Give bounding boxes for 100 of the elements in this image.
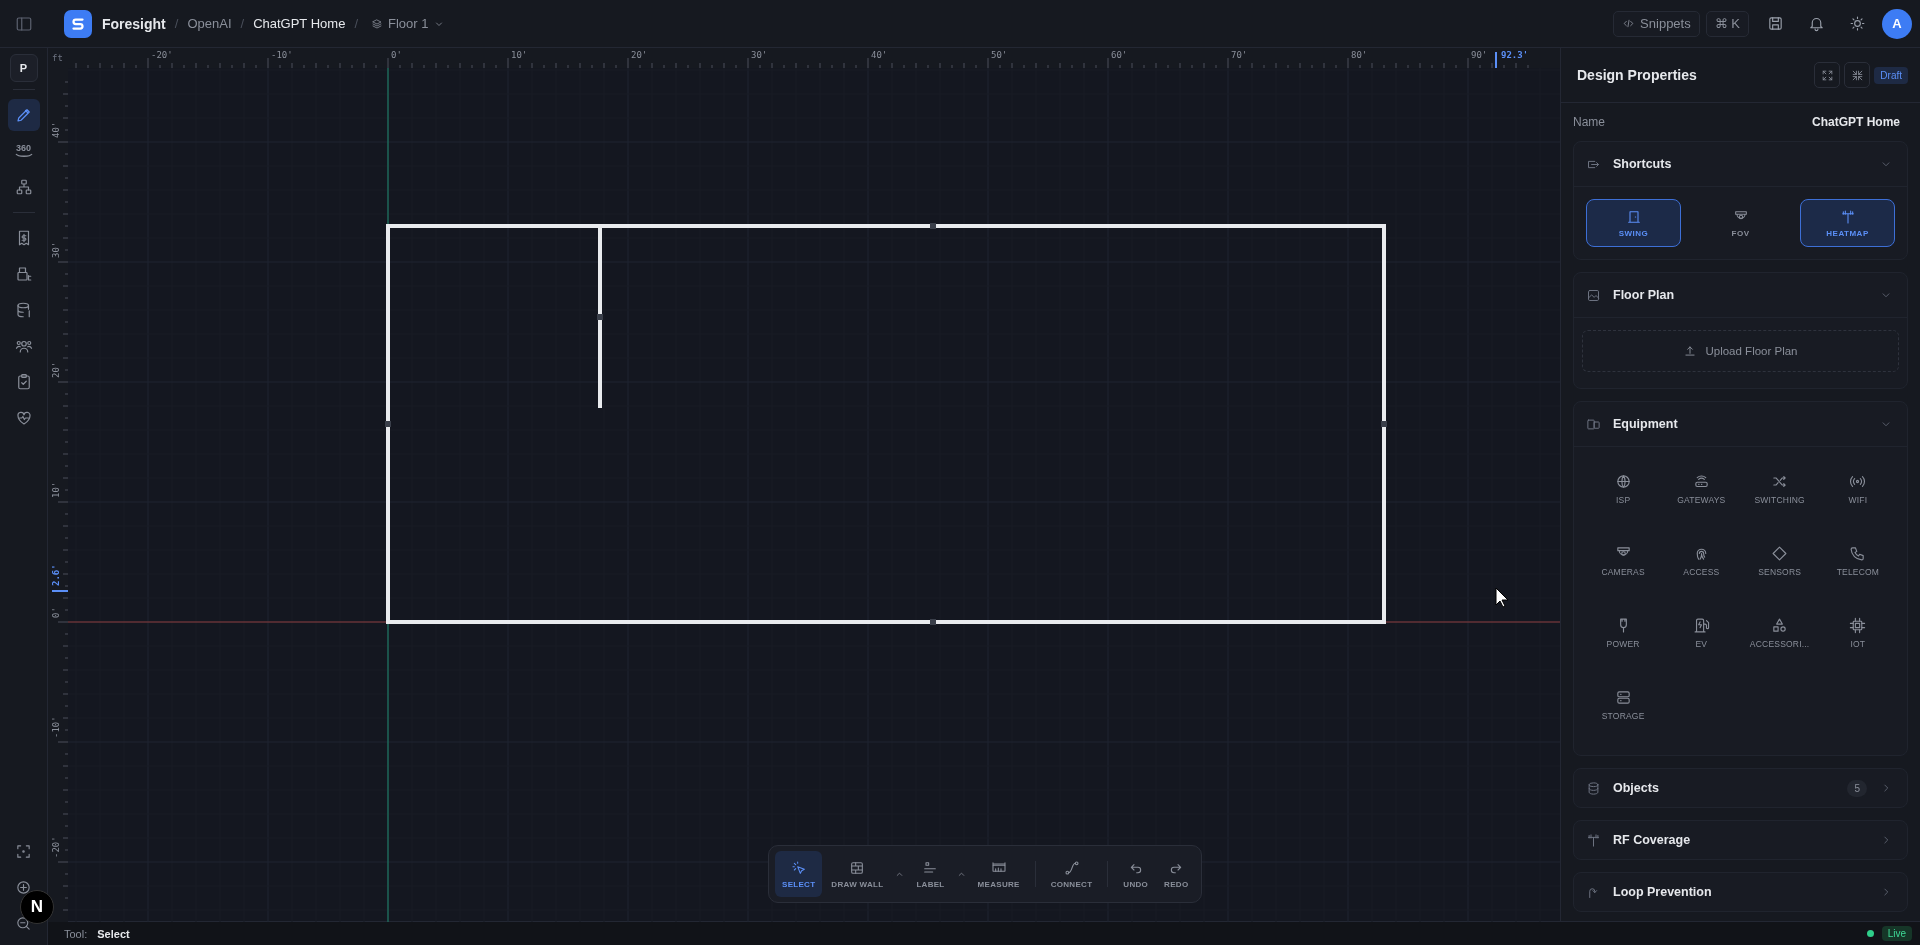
status-value: Select [97, 927, 130, 940]
label-lines-icon [922, 859, 939, 876]
app-name: Foresight [102, 15, 166, 32]
tool-button[interactable]: MEASURE [970, 851, 1027, 897]
live-badge: Live [1881, 926, 1912, 941]
rail-item[interactable]: 360 [7, 135, 40, 167]
devices-icon [1586, 416, 1601, 432]
equipment-tile[interactable]: EV [1662, 617, 1741, 649]
focus-frame-icon [15, 842, 32, 860]
phone-icon [1849, 545, 1867, 562]
ruler-unit: ft [52, 53, 63, 63]
save-button[interactable] [1767, 15, 1784, 32]
status-label: Tool: [64, 927, 88, 940]
tool-button[interactable]: LABEL [909, 851, 952, 897]
ruler-label: -20' [151, 50, 173, 60]
snippets-button[interactable]: Snippets [1613, 10, 1700, 37]
command-shortcut-button[interactable]: ⌘ K [1705, 10, 1749, 37]
ruler-label: -10' [51, 716, 61, 738]
pencil-icon [14, 106, 33, 124]
save-icon [1767, 15, 1784, 32]
expand-button[interactable] [1814, 62, 1841, 88]
ruler-label: 40' [871, 50, 888, 60]
code-icon [1622, 17, 1636, 30]
antenna-icon [1839, 208, 1856, 225]
ruler-label: 20' [631, 50, 648, 60]
image-icon [1586, 287, 1601, 303]
section-title[interactable]: Shortcuts [1613, 157, 1867, 171]
layers-icon [371, 17, 383, 30]
project-badge[interactable]: P [9, 54, 38, 82]
rail-item[interactable] [7, 99, 40, 131]
tool-button[interactable]: REDO [1157, 851, 1196, 897]
equipment-tile[interactable]: POWER [1584, 617, 1663, 649]
ruler-label: 0' [51, 607, 61, 618]
zoom-in-icon [15, 878, 32, 896]
ruler-label: -20' [51, 836, 61, 858]
status-badge: Draft [1874, 66, 1908, 84]
breadcrumb-separator: / [240, 16, 245, 31]
tool-button[interactable]: UNDO [1116, 851, 1156, 897]
floor-selector[interactable]: Floor 1 [367, 14, 450, 33]
antenna-icon [1586, 832, 1601, 848]
equipment-tile[interactable]: GATEWAYS [1662, 473, 1741, 505]
breadcrumb-link[interactable]: ChatGPT Home [253, 16, 346, 31]
equipment-tile[interactable]: ACCESSORI... [1740, 617, 1819, 649]
app-logo[interactable] [64, 9, 92, 38]
equipment-tile[interactable]: IOT [1818, 617, 1897, 649]
expand-icon [1820, 68, 1834, 82]
equipment-tile[interactable]: ACCESS [1662, 545, 1741, 577]
shapes-icon [1771, 617, 1789, 634]
section-title[interactable]: Loop Prevention [1613, 885, 1867, 899]
section-title[interactable]: Floor Plan [1613, 288, 1867, 302]
sidebar-toggle-icon [15, 14, 33, 33]
brick-wall-icon [849, 859, 866, 876]
room-walls-drawing[interactable] [385, 223, 1387, 625]
ruler-label: 90' [1471, 50, 1488, 60]
user-avatar[interactable]: A [1882, 8, 1912, 39]
ruler-label: 0' [391, 50, 402, 60]
section-title[interactable]: Equipment [1613, 417, 1867, 431]
equipment-tile[interactable]: SWITCHING [1740, 473, 1819, 505]
ruler-label: 60' [1111, 50, 1128, 60]
name-value: ChatGPT Home [1812, 115, 1900, 131]
breadcrumb-separator: / [354, 16, 358, 31]
tool-button[interactable]: CONNECT [1043, 851, 1100, 897]
ruler-label: 20' [51, 361, 61, 378]
shortcut-button[interactable]: SWING [1586, 199, 1681, 247]
collapse-button[interactable] [1844, 62, 1871, 88]
name-label: Name [1573, 115, 1605, 131]
cursor-sparkle-icon [790, 859, 807, 876]
hierarchy-icon [14, 178, 33, 196]
tool-button[interactable]: SELECT [775, 851, 823, 897]
ruler-label: 40' [51, 121, 61, 138]
mouse-cursor-icon [1495, 587, 1509, 608]
upload-icon [1683, 344, 1698, 358]
ruler-label: 30' [751, 50, 768, 60]
breadcrumb-link[interactable]: OpenAI [187, 16, 232, 31]
equipment-tile[interactable]: ISP [1584, 473, 1663, 505]
panel-title: Design Properties [1577, 67, 1698, 83]
ruler-marker-label: 92.3' [1501, 50, 1529, 60]
sun-icon [1849, 15, 1866, 32]
chip-icon [1849, 617, 1867, 634]
upload-floor-plan-button[interactable]: Upload Floor Plan [1582, 330, 1899, 372]
equipment-tile[interactable]: CAMERAS [1584, 545, 1663, 577]
section-title[interactable]: RF Coverage [1613, 833, 1867, 847]
equipment-tile[interactable]: TELECOM [1818, 545, 1897, 577]
equipment-tile[interactable]: STORAGE [1584, 689, 1663, 721]
heart-pulse-icon [14, 409, 33, 427]
globe-icon [1614, 473, 1632, 490]
shuffle-icon [1771, 473, 1789, 490]
shortcut-button[interactable]: FOV [1693, 199, 1788, 247]
collapse-icon [1850, 68, 1864, 82]
tool-button[interactable]: DRAW WALL [824, 851, 891, 897]
equipment-tile[interactable]: WIFI [1818, 473, 1897, 505]
section-title[interactable]: Objects [1613, 781, 1836, 795]
ruler-label: 70' [1231, 50, 1248, 60]
ruler-marker-label: 2.6' [51, 564, 61, 586]
theme-button[interactable] [1849, 15, 1866, 32]
shortcut-button[interactable]: HEATMAP [1800, 199, 1895, 247]
router-icon [1692, 473, 1710, 490]
count-badge: 5 [1847, 779, 1867, 797]
equipment-tile[interactable]: SENSORS [1740, 545, 1819, 577]
notifications-button[interactable] [1808, 15, 1825, 32]
